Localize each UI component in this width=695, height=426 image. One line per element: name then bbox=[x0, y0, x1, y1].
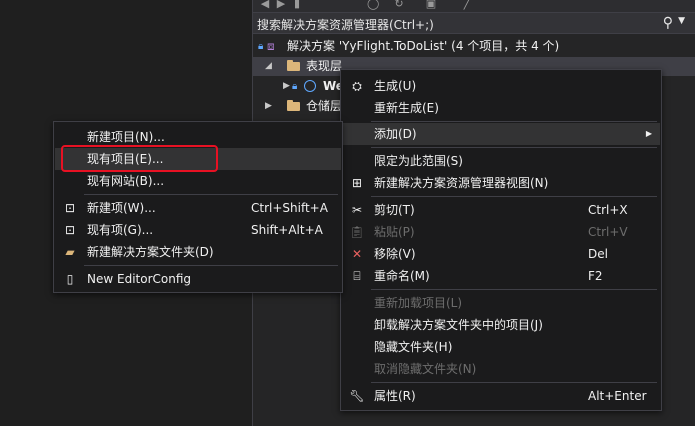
forward-icon[interactable]: ▶ bbox=[275, 0, 287, 10]
folder-icon bbox=[287, 100, 300, 111]
menu-item-build[interactable]: ⛭ 生成(U) bbox=[342, 75, 660, 97]
refresh-icon[interactable]: ↻ bbox=[393, 0, 405, 10]
menu-item-editorconfig[interactable]: ▯ New EditorConfig bbox=[55, 268, 341, 290]
collapse-icon[interactable]: ▣ bbox=[425, 0, 437, 10]
menu-item-existing-website[interactable]: 现有网站(B)... bbox=[55, 170, 341, 192]
menu-item-properties[interactable]: 🔧︎ 属性(R) Alt+Enter bbox=[342, 385, 660, 407]
tree-label: 仓储层 bbox=[306, 99, 343, 113]
vs-icon[interactable]: ▮ bbox=[291, 0, 303, 10]
expanded-triangle-icon[interactable]: ◢ bbox=[265, 57, 272, 76]
context-menu: ⛭ 生成(U) 重新生成(E) 添加(D) ▶ 限定为此范围(S) ⊞ 新建解决… bbox=[340, 69, 662, 411]
menu-separator bbox=[84, 194, 338, 195]
menu-item-cut[interactable]: ✂ 剪切(T) Ctrl+X bbox=[342, 199, 660, 221]
menu-separator bbox=[371, 121, 657, 122]
menu-item-new-solution-folder[interactable]: ▰ 新建解决方案文件夹(D) bbox=[55, 241, 341, 263]
tree-label: 解决方案 'YyFlight.ToDoList' (4 个项目，共 4 个) bbox=[287, 39, 560, 53]
file-icon: ▯ bbox=[66, 272, 74, 286]
menu-item-scope[interactable]: 限定为此范围(S) bbox=[342, 150, 660, 172]
search-input[interactable]: 搜索解决方案资源管理器(Ctrl+;) bbox=[257, 16, 434, 33]
menu-item-reload: 重新加载项目(L) bbox=[374, 296, 463, 310]
web-project-icon bbox=[304, 80, 316, 92]
highlight-box bbox=[61, 145, 218, 172]
new-folder-icon: ▰ bbox=[65, 245, 75, 259]
search-box[interactable]: 搜索解决方案资源管理器(Ctrl+;) ⚲ ▼ bbox=[253, 12, 695, 34]
menu-item-rebuild[interactable]: 重新生成(E) bbox=[342, 97, 660, 119]
build-icon: ⛭ bbox=[352, 79, 362, 93]
existing-item-icon: ⊡ bbox=[64, 223, 76, 237]
menu-item-remove[interactable]: ✕ 移除(V) Del bbox=[342, 243, 660, 265]
scissors-icon: ✂ bbox=[351, 203, 363, 217]
solution-explorer-toolbar: ◀ ▶ ▮ ◯ ↻ ▣ ╱ bbox=[253, 0, 695, 12]
lock-icon: 🔒︎ bbox=[258, 41, 264, 52]
chevron-down-icon[interactable]: ▼ bbox=[678, 16, 685, 26]
new-view-icon: ⊞ bbox=[351, 176, 363, 190]
collapsed-triangle-icon[interactable]: ▶ bbox=[283, 77, 290, 96]
search-icon[interactable]: ⚲ bbox=[663, 15, 673, 31]
menu-item-hide[interactable]: 隐藏文件夹(H) bbox=[342, 336, 660, 358]
menu-item-rename[interactable]: ⌸ 重命名(M) F2 bbox=[342, 265, 660, 287]
tree-label: 表现层 bbox=[306, 59, 343, 73]
menu-item-new-item[interactable]: ⊡ 新建项(W)... Ctrl+Shift+A bbox=[55, 197, 341, 219]
folder-icon bbox=[287, 60, 300, 71]
menu-item-add[interactable]: 添加(D) ▶ bbox=[342, 123, 660, 145]
back-icon[interactable]: ◀ bbox=[259, 0, 271, 10]
menu-item-unload[interactable]: 卸载解决方案文件夹中的项目(J) bbox=[342, 314, 660, 336]
menu-separator bbox=[371, 147, 657, 148]
submenu-arrow-icon: ▶ bbox=[645, 129, 652, 138]
menu-separator bbox=[84, 265, 338, 266]
menu-item-unhide: 取消隐藏文件夹(N) bbox=[374, 362, 477, 376]
wrench-icon[interactable]: ╱ bbox=[461, 0, 473, 10]
rename-icon: ⌸ bbox=[353, 269, 361, 283]
paste-icon: 📋︎ bbox=[349, 225, 365, 239]
new-item-icon: ⊡ bbox=[64, 201, 76, 215]
lock-icon: 🔒︎ bbox=[292, 81, 298, 92]
menu-separator bbox=[371, 289, 657, 290]
wrench-icon: 🔧︎ bbox=[349, 389, 365, 403]
menu-item-existing-item[interactable]: ⊡ 现有项(G)... Shift+Alt+A bbox=[55, 219, 341, 241]
tree-item-solution[interactable]: 🔒︎ ⧈ 解决方案 'YyFlight.ToDoList' (4 个项目，共 4… bbox=[253, 37, 695, 56]
solution-icon: ⧈ bbox=[267, 39, 275, 53]
collapsed-triangle-icon[interactable]: ▶ bbox=[265, 97, 272, 116]
close-icon: ✕ bbox=[351, 247, 363, 261]
sync-icon[interactable]: ◯ bbox=[367, 0, 379, 10]
menu-item-paste: 📋︎ 粘贴(P) Ctrl+V bbox=[342, 221, 660, 243]
menu-item-new-view[interactable]: ⊞ 新建解决方案资源管理器视图(N) bbox=[342, 172, 660, 194]
menu-separator bbox=[371, 382, 657, 383]
menu-separator bbox=[371, 196, 657, 197]
